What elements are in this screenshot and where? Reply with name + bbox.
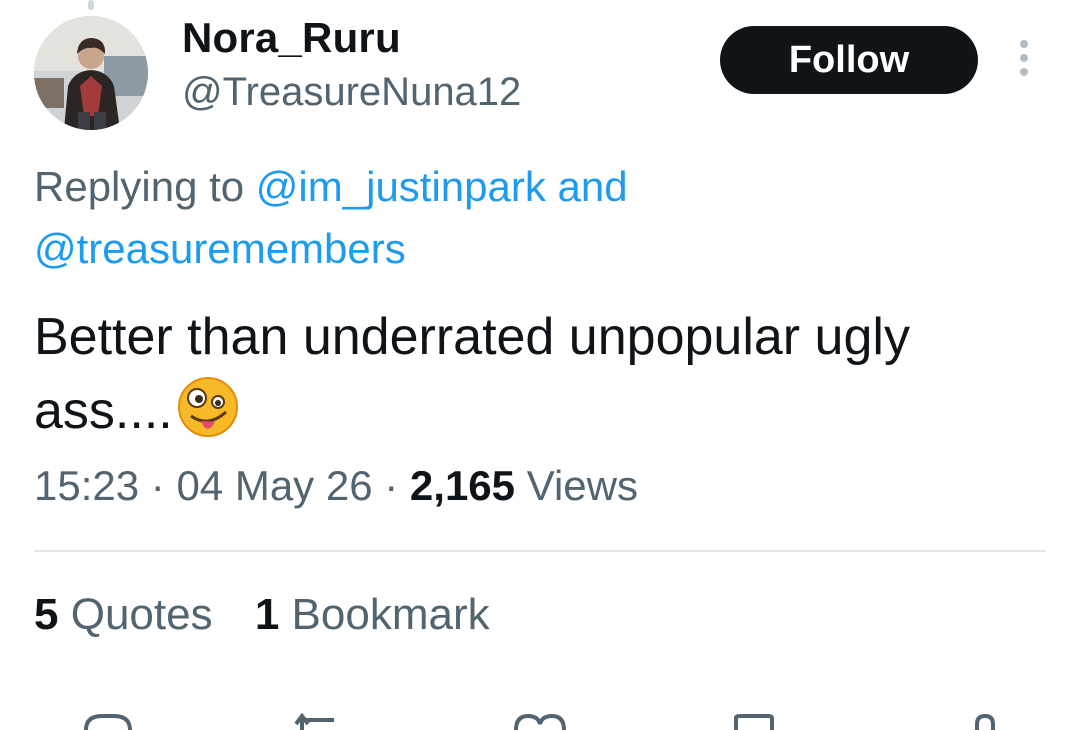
action-bar bbox=[0, 712, 1080, 730]
quotes-label: Quotes bbox=[70, 590, 213, 639]
retweet-icon[interactable] bbox=[294, 712, 346, 730]
replying-to: Replying to @im_justinpark and @treasure… bbox=[34, 156, 1034, 280]
mention-link-justinpark[interactable]: @im_justinpark bbox=[256, 163, 546, 210]
avatar-image bbox=[34, 16, 148, 130]
tweet-time[interactable]: 15:23 bbox=[34, 462, 139, 509]
bookmark-icon[interactable] bbox=[732, 712, 776, 730]
tweet-stats: 5 Quotes 1 Bookmark bbox=[34, 590, 520, 640]
like-icon[interactable] bbox=[512, 712, 568, 730]
share-icon[interactable] bbox=[968, 712, 1002, 730]
quotes-stat[interactable]: 5 Quotes bbox=[34, 590, 225, 639]
tweet-body: Better than underrated unpopular ugly as… bbox=[34, 308, 910, 440]
tweet-meta: 15:23 · 04 May 26 · 2,165 Views bbox=[34, 462, 638, 510]
tweet-text: Better than underrated unpopular ugly as… bbox=[34, 300, 1044, 448]
meta-separator: · bbox=[384, 462, 399, 509]
meta-separator: · bbox=[150, 462, 165, 509]
quotes-count: 5 bbox=[34, 590, 59, 639]
user-handle[interactable]: @TreasureNuna12 bbox=[182, 70, 521, 115]
avatar[interactable] bbox=[34, 16, 148, 130]
replying-and[interactable]: and bbox=[558, 163, 628, 210]
zany-face-emoji-icon bbox=[177, 376, 239, 438]
follow-button[interactable]: Follow bbox=[720, 26, 978, 94]
divider bbox=[34, 550, 1046, 552]
replying-prefix: Replying to bbox=[34, 163, 245, 210]
bookmarks-stat[interactable]: 1 Bookmark bbox=[255, 590, 490, 639]
thread-connector-line bbox=[88, 0, 94, 10]
bookmarks-label: Bookmark bbox=[291, 590, 490, 639]
views-count: 2,165 bbox=[409, 462, 516, 509]
mention-link-treasuremembers[interactable]: @treasuremembers bbox=[34, 225, 406, 272]
views-label: Views bbox=[526, 462, 638, 509]
bookmarks-count: 1 bbox=[254, 590, 280, 639]
more-options-icon[interactable] bbox=[1012, 40, 1036, 80]
reply-icon[interactable] bbox=[82, 712, 134, 730]
display-name[interactable]: Nora_Ruru bbox=[182, 14, 401, 62]
tweet-date[interactable]: 04 May 26 bbox=[176, 462, 372, 509]
